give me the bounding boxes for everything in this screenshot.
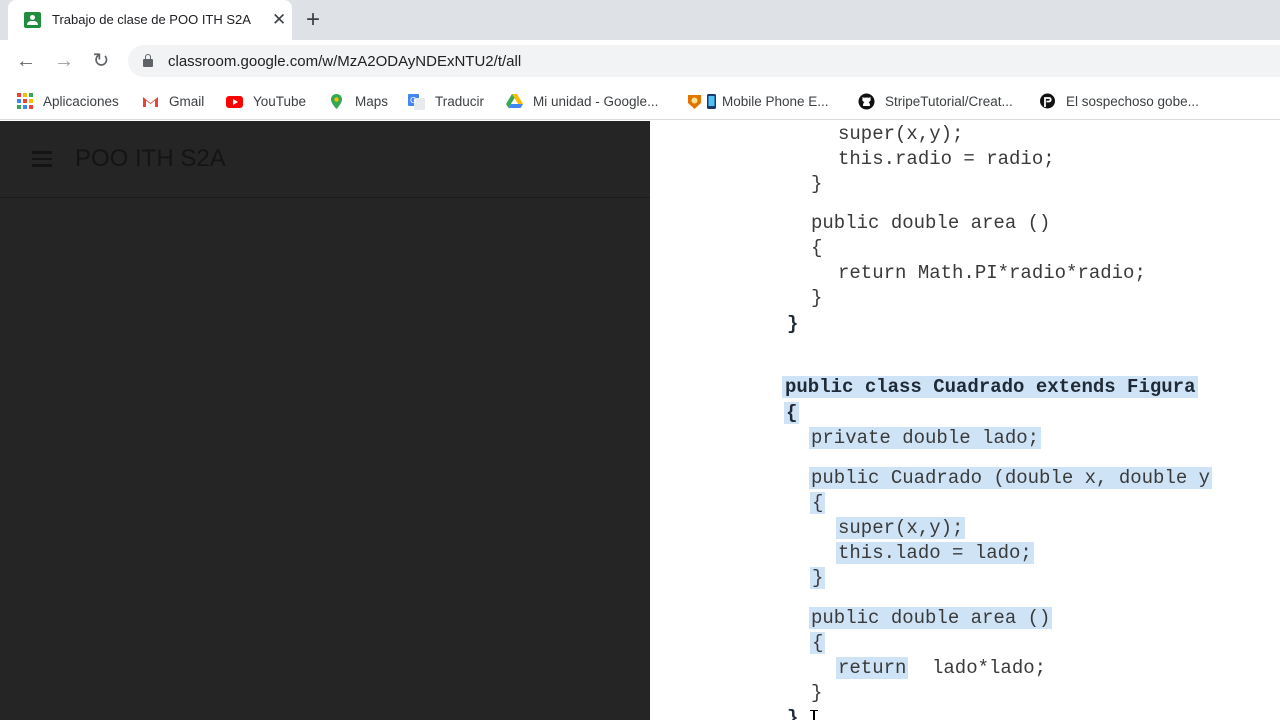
code-document: super(x,y); this.radio = radio; } public… [650, 121, 1280, 720]
bookmark-label: Aplicaciones [43, 93, 119, 109]
back-button[interactable]: ← [12, 47, 40, 75]
code-line-selected: this.lado = lado; [836, 542, 1034, 564]
bookmark-label: Mi unidad - Google... [533, 93, 659, 109]
gmail-icon [142, 93, 159, 110]
tab-strip: Trabajo de clase de POO ITH S2A ✕ + [0, 0, 1280, 40]
bookmark-stripetutorial[interactable]: StripeTutorial/Creat... [858, 91, 1013, 111]
reload-button[interactable]: ↻ [87, 47, 115, 75]
code-line: super(x,y); [838, 123, 964, 145]
drive-icon [506, 93, 523, 110]
address-bar[interactable]: classroom.google.com/w/MzA2ODAyNDExNTU2/… [128, 45, 1280, 77]
code-line: } [811, 287, 823, 309]
browser-toolbar: ← → ↻ classroom.google.com/w/MzA2ODAyNDE… [0, 40, 1280, 82]
code-line: public double area () [811, 212, 1051, 234]
code-line: this.radio = radio; [838, 148, 1055, 170]
lock-icon[interactable] [143, 54, 153, 67]
forward-button[interactable]: → [50, 47, 78, 75]
code-line-selected: { [810, 492, 826, 514]
bookmark-el-sospechoso[interactable]: El sospechoso gobe... [1039, 91, 1199, 111]
bookmarks-bar: Aplicaciones Gmail YouTube Maps G Traduc… [0, 82, 1280, 120]
class-title[interactable]: POO ITH S2A [75, 145, 226, 173]
code-line: } [811, 173, 823, 195]
tab-title: Trabajo de clase de POO ITH S2A [52, 12, 251, 27]
code-line: return Math.PI*radio*radio; [838, 262, 1146, 284]
github-icon [858, 93, 875, 110]
bookmark-mobile-phone[interactable]: Mobile Phone E... [686, 91, 829, 111]
code-line-selected: { [784, 402, 800, 424]
bookmark-label: Traducir [435, 93, 485, 109]
code-line-selected: } [810, 567, 826, 589]
code-line: } [811, 682, 823, 704]
bookmark-aplicaciones[interactable]: Aplicaciones [17, 91, 119, 111]
close-tab-icon[interactable]: ✕ [272, 10, 286, 30]
text-cursor-icon [810, 710, 818, 720]
classroom-header: POO ITH S2A [0, 121, 650, 198]
code-line-selected: super(x,y); [836, 517, 966, 539]
code-line: } [787, 313, 799, 335]
bookmark-label: StripeTutorial/Creat... [885, 93, 1013, 109]
code-line-selected: { [810, 632, 826, 654]
bookmark-label: El sospechoso gobe... [1066, 93, 1199, 109]
code-line: lado*lado; [932, 657, 1047, 679]
browser-tab[interactable]: Trabajo de clase de POO ITH S2A ✕ [8, 0, 292, 40]
mobile-phone-icon [707, 93, 716, 110]
bookmark-maps[interactable]: Maps [328, 91, 388, 111]
youtube-icon [226, 93, 243, 110]
bookmark-label: Mobile Phone E... [722, 93, 829, 109]
code-line-selected: public double area () [809, 607, 1053, 629]
code-line: } [787, 707, 799, 720]
url-text[interactable]: classroom.google.com/w/MzA2ODAyNDExNTU2/… [168, 53, 521, 70]
bookmark-drive[interactable]: Mi unidad - Google... [506, 91, 658, 111]
bookmark-label: Gmail [169, 93, 205, 109]
new-tab-button[interactable]: + [306, 7, 320, 33]
menu-icon[interactable] [32, 151, 52, 167]
bookmark-youtube[interactable]: YouTube [226, 91, 306, 111]
bookmark-label: YouTube [253, 93, 307, 109]
translate-icon: G [408, 93, 425, 110]
code-line-selected: return [836, 657, 909, 679]
code-line-selected: private double lado; [809, 427, 1042, 449]
bookmark-label: Maps [355, 93, 389, 109]
podcast-icon [1039, 93, 1056, 110]
svg-text:G: G [410, 96, 416, 105]
bookmark-gmail[interactable]: Gmail [142, 91, 204, 111]
code-line-selected: public class Cuadrado extends Figura [782, 376, 1199, 398]
badge-icon [686, 93, 703, 110]
code-line-selected: public Cuadrado (double x, double y [809, 467, 1213, 489]
code-line: { [811, 237, 823, 259]
bookmark-traducir[interactable]: G Traducir [408, 91, 484, 111]
classroom-backdrop: POO ITH S2A [0, 121, 650, 720]
classroom-favicon-icon [24, 12, 41, 28]
apps-grid-icon [17, 93, 33, 109]
maps-icon [328, 93, 345, 110]
